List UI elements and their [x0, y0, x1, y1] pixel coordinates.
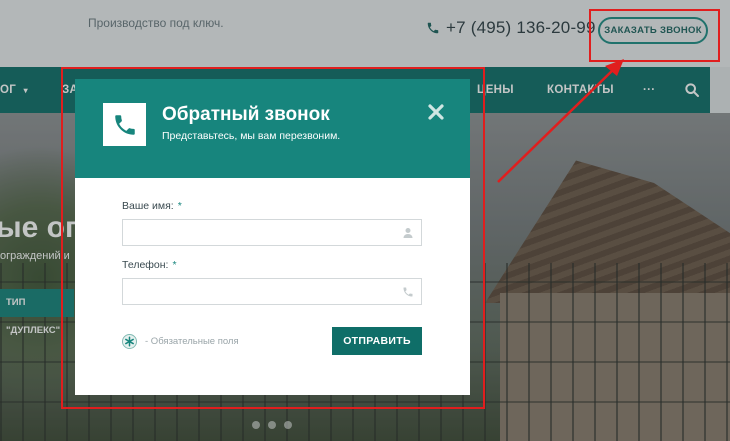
modal-icon-box: [103, 103, 146, 146]
callback-modal: Обратный звонок Представьтесь, мы вам пе…: [75, 79, 470, 395]
name-field-label: Ваше имя: *: [122, 200, 182, 212]
phone-icon: [114, 114, 135, 135]
name-label-text: Ваше имя:: [122, 200, 174, 212]
phone-field-label: Телефон: *: [122, 259, 177, 271]
required-note-text: - Обязательные поля: [145, 336, 239, 347]
modal-title: Обратный звонок: [162, 104, 330, 125]
required-asterisk: *: [172, 259, 177, 271]
phone-input[interactable]: [122, 278, 422, 305]
submit-button[interactable]: ОТПРАВИТЬ: [332, 327, 422, 355]
modal-subtitle: Представьтесь, мы вам перезвоним.: [162, 130, 341, 142]
modal-header: Обратный звонок Представьтесь, мы вам пе…: [75, 79, 470, 178]
phone-label-text: Телефон:: [122, 259, 169, 271]
user-icon: [403, 228, 413, 238]
required-star-icon: [122, 334, 137, 349]
required-asterisk: *: [177, 200, 182, 212]
close-icon[interactable]: [427, 103, 445, 121]
phone-small-icon: [403, 287, 413, 297]
required-fields-note: - Обязательные поля: [122, 334, 239, 349]
name-input[interactable]: [122, 219, 422, 246]
